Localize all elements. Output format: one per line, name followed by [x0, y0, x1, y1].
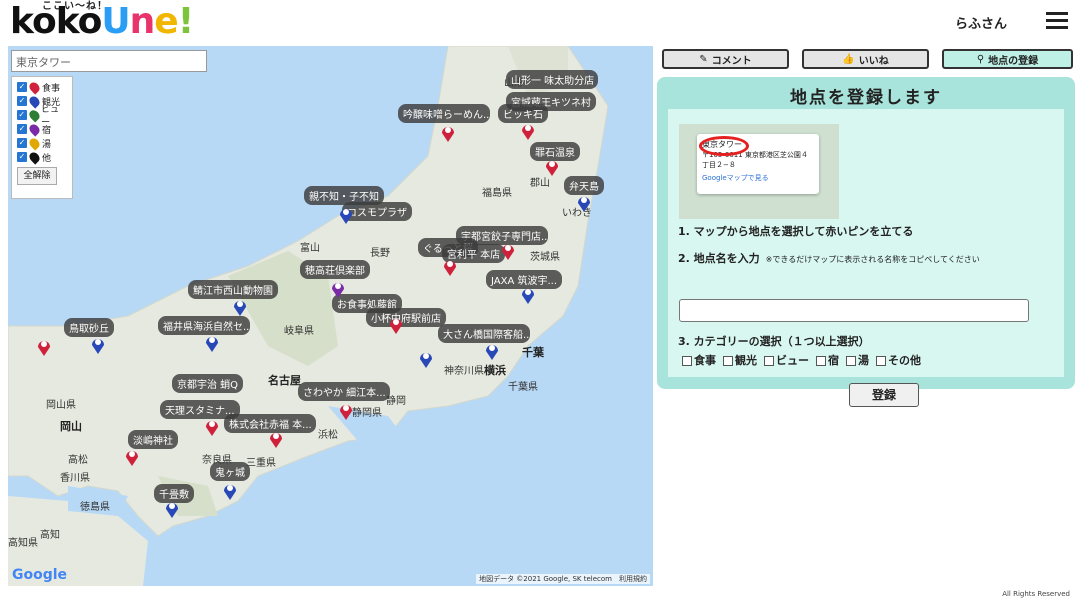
sightseeing-pin-icon[interactable] — [232, 298, 248, 316]
map-label[interactable]: さわやか 細江本... — [298, 382, 390, 401]
map-place: 静岡県 — [352, 408, 382, 419]
logo[interactable]: ここい〜ね！ kokoUne! — [8, 0, 228, 44]
register-form: 東京タワー 〒105-0011 東京都港区芝公園４丁目２−８ Googleマップ… — [668, 109, 1064, 407]
user-name[interactable]: らふさん — [955, 13, 1007, 32]
sightseeing-pin-icon[interactable] — [484, 342, 500, 360]
food-pin-icon[interactable] — [500, 242, 516, 260]
filter-food[interactable]: ✓ 食事 — [17, 79, 67, 95]
map-place: 福島県 — [482, 188, 512, 199]
map-label[interactable]: 鯖江市西山動物園 — [188, 280, 278, 299]
map-place: 岐阜県 — [284, 326, 314, 337]
food-pin-icon[interactable] — [544, 158, 560, 176]
map-place: 徳島県 — [80, 502, 110, 513]
map-place: 神奈川県 — [444, 366, 484, 377]
map-place: 香川県 — [60, 473, 90, 484]
map-place: 千葉県 — [508, 382, 538, 393]
app-header: ここい〜ね！ kokoUne! らふさん — [0, 0, 1080, 44]
place-name-input[interactable] — [679, 299, 1029, 322]
map-label[interactable]: ビッキ石 — [498, 104, 548, 123]
map-label[interactable]: 福井県海浜自然セ... — [158, 316, 250, 335]
tab-register[interactable]: ⚲ 地点の登録 — [942, 49, 1073, 69]
sightseeing-pin-icon[interactable] — [418, 350, 434, 368]
view-pin-icon[interactable] — [330, 280, 346, 298]
map-view[interactable]: 東京タワー ✓ 食事 ✓ 観光 ✓ ビュー ✓ 宿 ✓ 湯 ✓ 他 全解除 福島県 長野 富… — [8, 46, 653, 586]
food-pin-icon[interactable] — [124, 448, 140, 466]
instruction-image: 東京タワー 〒105-0011 東京都港区芝公園４丁目２−８ Googleマップ… — [679, 124, 839, 219]
tab-like[interactable]: 👍 いいね — [802, 49, 929, 69]
map-place: 千葉 — [522, 346, 544, 359]
map-label[interactable]: 吟醸味噌らーめん... — [398, 104, 490, 123]
map-place: 名古屋 — [268, 374, 301, 387]
checkbox-lodging[interactable]: 宿 — [816, 352, 839, 368]
map-place: 浜松 — [318, 430, 338, 441]
map-label[interactable]: 大さん橋国際客船... — [438, 324, 530, 343]
step2-text: 2. 地点名を入力 ※できるだけマップに表示される名称をコピペしてください — [678, 252, 980, 265]
step1-text: 1. マップから地点を選択して赤いピンを立てる — [678, 225, 914, 238]
clear-all-button[interactable]: 全解除 — [17, 167, 57, 185]
checkbox-other[interactable]: その他 — [876, 352, 921, 368]
map-label[interactable]: 京都宇治 蛸Q — [172, 374, 244, 393]
map-place: 長野 — [370, 248, 390, 259]
logo-wordmark: kokoUne! — [10, 1, 194, 42]
map-label[interactable]: 穂高荘倶楽部 — [300, 260, 370, 279]
sightseeing-pin-icon[interactable] — [204, 334, 220, 352]
checkbox-sightseeing[interactable]: 観光 — [723, 352, 757, 368]
sightseeing-pin-icon[interactable] — [222, 482, 238, 500]
map-label[interactable]: 鳥取砂丘 — [64, 318, 114, 337]
footer-copyright: All Rights Reserved — [1002, 590, 1070, 598]
food-pin-icon[interactable] — [442, 258, 458, 276]
location-icon: ⚲ — [976, 53, 985, 65]
checkbox-view[interactable]: ビュー — [764, 352, 809, 368]
food-pin-icon[interactable] — [520, 122, 536, 140]
sightseeing-pin-icon[interactable] — [90, 336, 106, 354]
food-pin-icon[interactable] — [388, 316, 404, 334]
filter-other[interactable]: ✓ 他 — [17, 149, 67, 165]
map-place: 岡山県 — [46, 400, 76, 411]
map-place: 横浜 — [484, 364, 506, 377]
checkbox-food[interactable]: 食事 — [682, 352, 716, 368]
food-pin-icon[interactable] — [338, 402, 354, 420]
step3-text: 3. カテゴリーの選択（１つ以上選択） — [678, 335, 870, 348]
category-filter: ✓ 食事 ✓ 観光 ✓ ビュー ✓ 宿 ✓ 湯 ✓ 他 全解除 — [11, 76, 73, 199]
map-place: 三重県 — [246, 458, 276, 469]
map-label[interactable]: 山形一 味太助分店 — [506, 70, 598, 89]
sightseeing-pin-icon[interactable] — [520, 286, 536, 304]
filter-hotspring[interactable]: ✓ 湯 — [17, 135, 67, 151]
map-credit[interactable]: 地図データ ©2021 Google, SK telecom 利用規約 — [476, 574, 650, 584]
tab-comment[interactable]: ✎ コメント — [662, 49, 789, 69]
submit-button[interactable]: 登録 — [849, 383, 919, 407]
food-pin-icon[interactable] — [36, 338, 52, 356]
food-pin-icon[interactable] — [440, 124, 456, 142]
checkbox-hotspring[interactable]: 湯 — [846, 352, 869, 368]
thumbs-up-icon: 👍 — [842, 53, 855, 65]
food-pin-icon[interactable] — [204, 418, 220, 436]
pencil-icon: ✎ — [699, 53, 708, 65]
map-label[interactable]: 淡嶋神社 — [128, 430, 178, 449]
map-label[interactable]: 鬼ヶ城 — [210, 462, 250, 481]
sightseeing-pin-icon[interactable] — [164, 500, 180, 518]
map-label[interactable]: 弁天島 — [564, 176, 604, 195]
category-checkboxes: 食事 観光 ビュー 宿 湯 その他 — [682, 352, 924, 368]
map-place: 岡山 — [60, 420, 82, 433]
map-place: 茨城県 — [530, 252, 560, 263]
panel-title: 地点を登録します — [790, 88, 942, 108]
sightseeing-pin-icon[interactable] — [338, 206, 354, 224]
map-place: 高松 — [68, 455, 88, 466]
map-place: 高知 — [40, 530, 60, 541]
google-logo: Google — [12, 567, 68, 583]
sightseeing-pin-icon[interactable] — [576, 194, 592, 212]
highlight-ring — [699, 136, 749, 156]
hamburger-menu-icon[interactable] — [1046, 12, 1068, 30]
map-place: 高知県 — [8, 538, 38, 549]
register-panel: 地点を登録します 東京タワー 〒105-0011 東京都港区芝公園４丁目２−８ … — [657, 77, 1075, 407]
food-pin-icon[interactable] — [268, 430, 284, 448]
filter-view[interactable]: ✓ ビュー — [17, 105, 67, 128]
action-tabs: ✎ コメント 👍 いいね ⚲ 地点の登録 — [662, 49, 1074, 69]
map-search-input[interactable]: 東京タワー — [11, 50, 207, 72]
map-label[interactable]: 小杯中府駅前店 — [366, 308, 446, 327]
map-place: 富山 — [300, 243, 320, 254]
map-place: 郡山 — [530, 178, 550, 189]
